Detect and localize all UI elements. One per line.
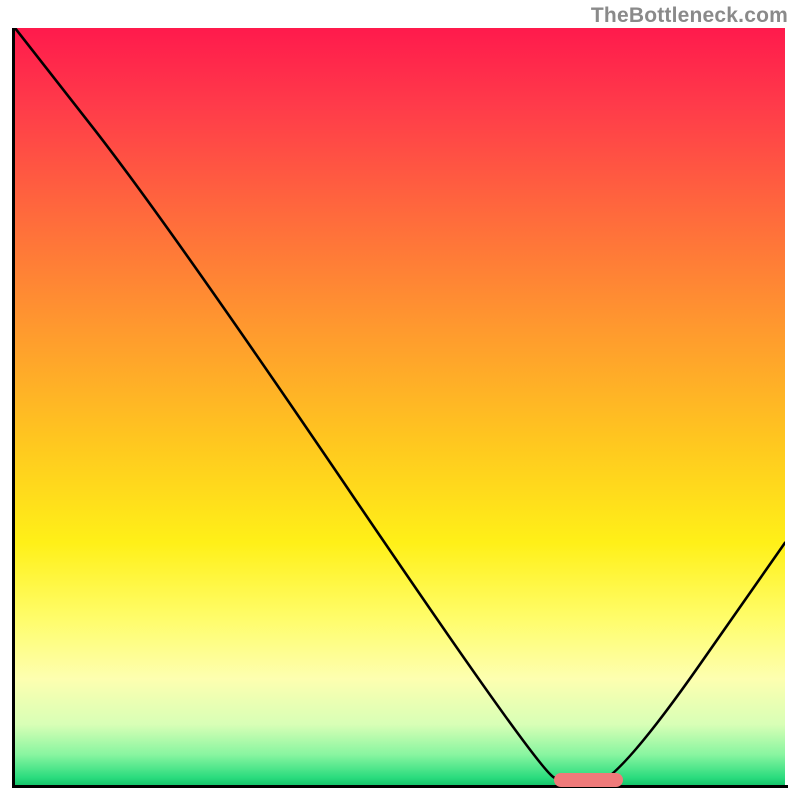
- chart-line-curve: [15, 28, 785, 785]
- optimal-range-marker: [554, 773, 623, 787]
- watermark-text: TheBottleneck.com: [591, 4, 788, 28]
